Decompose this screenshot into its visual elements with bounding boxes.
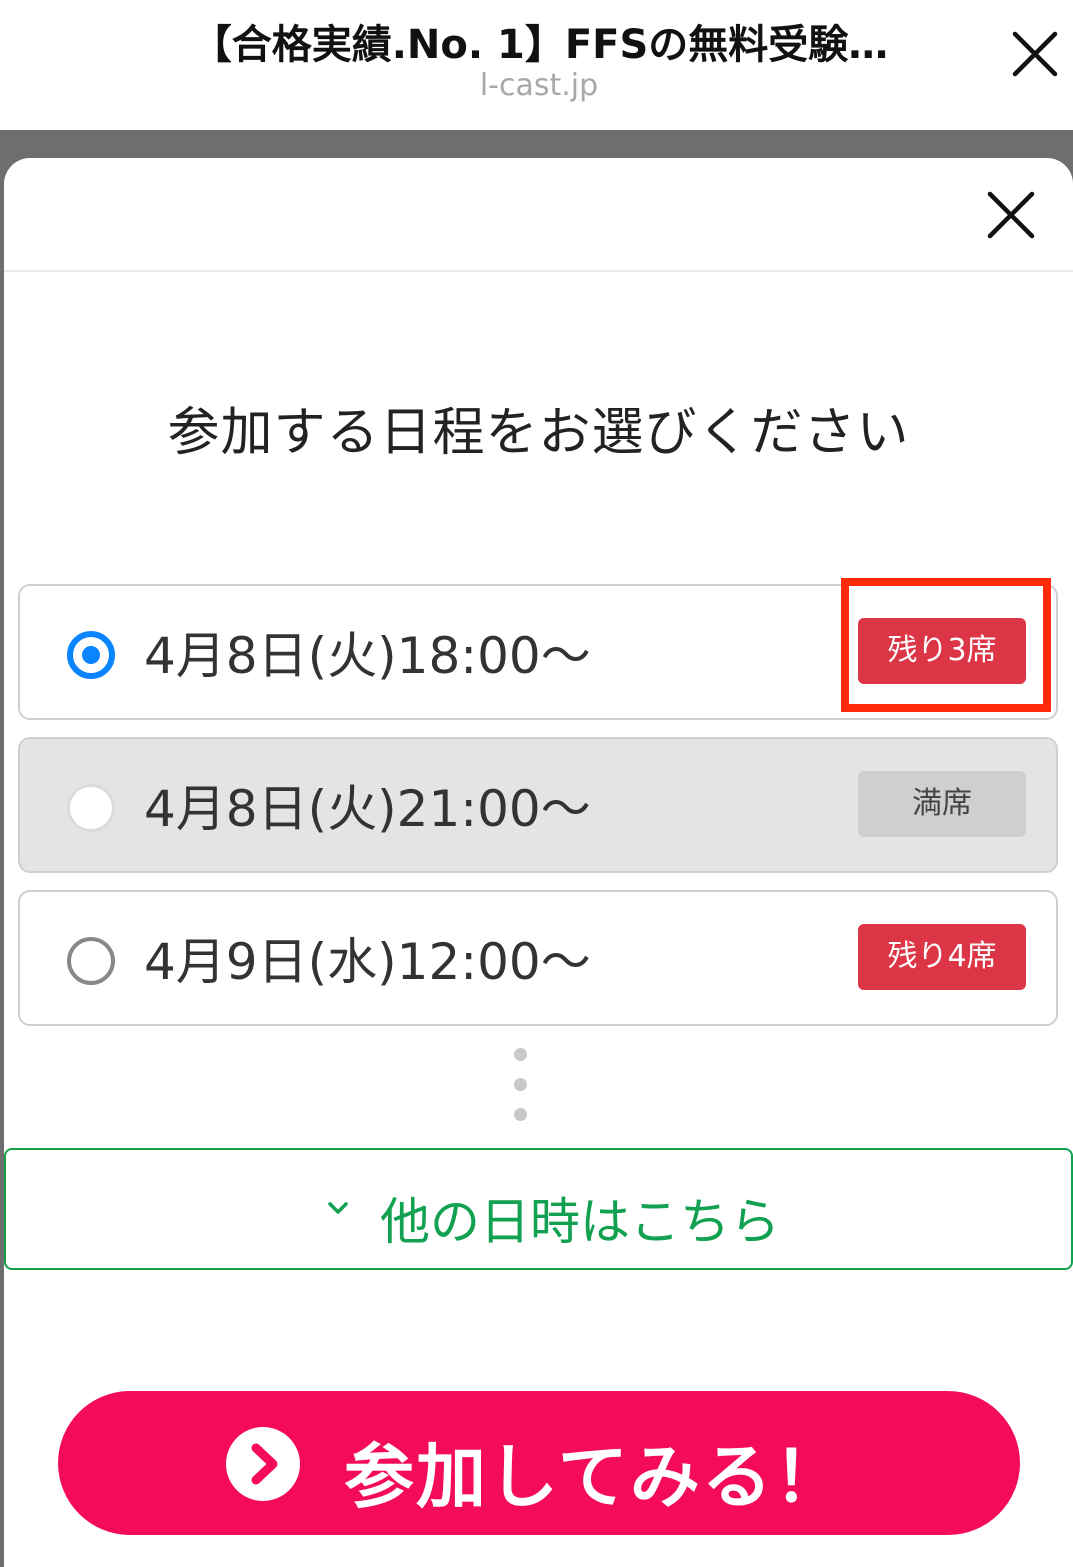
close-icon	[1012, 31, 1058, 77]
close-browser-button[interactable]	[1003, 22, 1067, 86]
schedule-option-label: 4月9日(水)12:00〜	[144, 933, 591, 991]
more-dots	[514, 1048, 528, 1138]
close-icon	[987, 191, 1035, 239]
close-modal-button[interactable]	[984, 188, 1038, 242]
full-badge: 満席	[858, 771, 1026, 837]
other-dates-label: 他の日時はこちら	[380, 1193, 780, 1251]
schedule-option-label: 4月8日(火)18:00〜	[144, 627, 591, 685]
radio-disabled	[67, 784, 115, 832]
annotation-highlight-box	[841, 578, 1051, 712]
dot	[514, 1078, 527, 1091]
chevron-down-icon	[328, 1202, 348, 1214]
arrow-circle-icon	[226, 1427, 300, 1501]
dot	[514, 1048, 527, 1061]
join-button[interactable]: 参加してみる！	[58, 1391, 1020, 1535]
schedule-modal: 参加する日程をお選びください 4月8日(火)18:00〜 残り3席 4月8日(火…	[4, 158, 1073, 1567]
schedule-option-2: 4月8日(火)21:00〜 満席	[18, 737, 1058, 873]
modal-heading: 参加する日程をお選びください	[167, 403, 910, 463]
radio-unselected[interactable]	[67, 937, 115, 985]
join-button-label: 参加してみる！	[344, 1436, 846, 1518]
page-title: 【合格実績.No. 1】FFSの無料受験…	[191, 22, 889, 68]
radio-selected[interactable]	[67, 631, 115, 679]
dot	[514, 1108, 527, 1121]
seats-remaining-badge: 残り4席	[858, 924, 1026, 990]
page-domain: l-cast.jp	[479, 68, 599, 103]
schedule-option-label: 4月8日(火)21:00〜	[144, 780, 591, 838]
other-dates-button[interactable]: 他の日時はこちら	[4, 1148, 1073, 1270]
browser-top-bar: 【合格実績.No. 1】FFSの無料受験… l-cast.jp	[0, 0, 1073, 130]
schedule-option-3[interactable]: 4月9日(水)12:00〜 残り4席	[18, 890, 1058, 1026]
modal-header	[4, 158, 1073, 272]
